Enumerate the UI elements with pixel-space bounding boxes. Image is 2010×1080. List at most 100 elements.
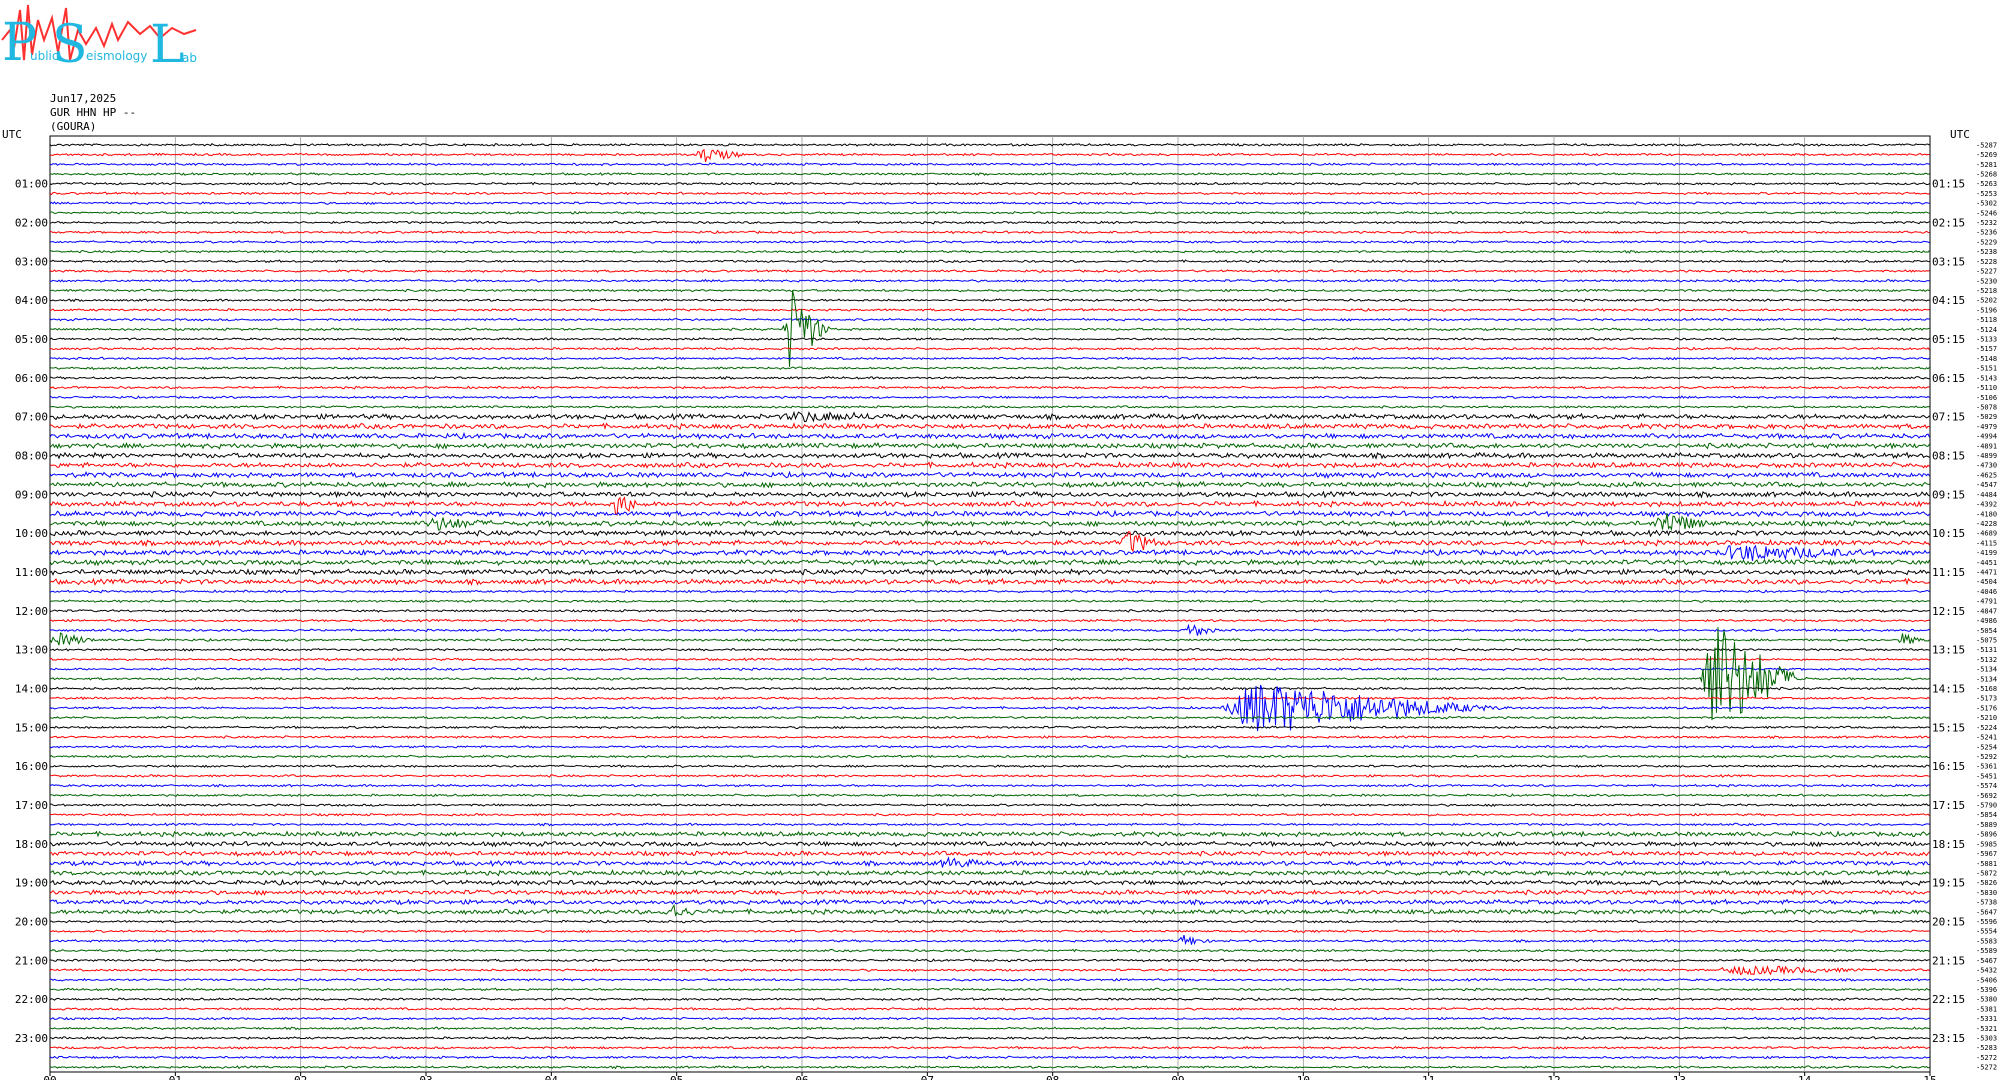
hour-label-right: 17:15 [1932,799,1965,812]
trace-line [49,422,1930,431]
trace-line [49,470,1930,479]
hour-label-left: 19:00 [15,877,48,890]
x-tick-label: 04 [545,1074,559,1080]
trace-line [49,987,1930,992]
trace-line [49,850,1930,858]
trace-offset-value: -4986 [1976,617,1997,625]
hour-label-right: 22:15 [1932,993,1965,1006]
trace-offset-value: -5236 [1976,229,1997,237]
trace-offset-value: -5227 [1976,268,1997,276]
hour-label-right: 11:15 [1932,566,1965,579]
trace-offset-value: -5246 [1976,209,1997,217]
trace-offset-value: -5790 [1976,802,1997,810]
trace-line [49,451,1930,460]
trace-line [49,684,1930,732]
trace-line [49,696,1930,701]
trace-offset-value: -4451 [1976,559,1997,567]
x-tick-label: 09 [1171,1074,1184,1080]
trace-line [49,509,1930,518]
trace-offset-value: -4504 [1976,578,1997,586]
trace-offset-value: -5210 [1976,714,1997,722]
trace-offset-value: -5381 [1976,1005,1997,1013]
trace-offset-value: -5881 [1976,860,1997,868]
hour-label-left: 08:00 [15,450,48,463]
trace-offset-value: -5896 [1976,831,1997,839]
x-tick-label: 13 [1673,1074,1686,1080]
hour-label-left: 22:00 [15,993,48,1006]
trace-offset-value: -5218 [1976,287,1997,295]
trace-line [49,903,1930,917]
hour-label-right: 16:15 [1932,760,1965,773]
trace-offset-value: -5647 [1976,908,1997,916]
trace-line [49,461,1930,469]
trace-line [49,366,1930,371]
hour-label-left: 15:00 [15,721,48,734]
trace-line [49,764,1930,769]
hour-label-right: 14:15 [1932,683,1965,696]
trace-offset-value: -5151 [1976,365,1997,373]
hour-label-right: 01:15 [1932,178,1965,191]
trace-line [49,356,1930,361]
trace-offset-value: -4994 [1976,433,1997,441]
trace-line [49,958,1930,963]
trace-line [49,568,1930,577]
trace-line [49,647,1930,652]
hour-label-right: 12:15 [1932,605,1965,618]
trace-offset-value: -4899 [1976,452,1997,460]
trace-line [49,803,1930,807]
x-tick-label: 10 [1297,1074,1310,1080]
trace-offset-value: -5272 [1976,1064,1997,1072]
trace-offset-value: -4484 [1976,491,1997,499]
trace-line [49,623,1930,636]
trace-line [49,888,1930,896]
hour-label-right: 10:15 [1932,527,1965,540]
hour-label-left: 18:00 [15,838,48,851]
trace-line [49,410,1930,423]
hour-label-right: 08:15 [1932,450,1965,463]
trace-offset-value: -4115 [1976,539,1997,547]
hour-label-right: 23:15 [1932,1032,1965,1045]
trace-offset-value: -5224 [1976,724,1997,732]
trace-line [49,201,1930,206]
trace-offset-value: -5872 [1976,869,1997,877]
x-tick-label: 15 [1923,1074,1936,1080]
trace-line [49,898,1930,906]
trace-offset-value: -5268 [1976,170,1997,178]
trace-offset-value: -5985 [1976,840,1997,848]
trace-line [49,632,1930,646]
trace-offset-value: -5406 [1976,976,1997,984]
trace-line [49,997,1930,1002]
hour-label-left: 01:00 [15,178,48,191]
hour-label-right: 15:15 [1932,721,1965,734]
x-tick-label: 14 [1798,1074,1812,1080]
hour-label-left: 03:00 [15,255,48,268]
trace-offset-value: -5554 [1976,928,1997,936]
trace-line [49,544,1930,561]
trace-line [49,977,1930,982]
hour-label-right: 05:15 [1932,333,1965,346]
trace-offset-value: -5168 [1976,685,1997,693]
trace-line [49,558,1930,567]
trace-line [49,317,1930,322]
trace-line [49,1016,1930,1021]
trace-line [49,337,1930,341]
trace-offset-value: -5229 [1976,238,1997,246]
hour-label-left: 13:00 [15,644,48,657]
hour-label-left: 14:00 [15,683,48,696]
trace-line [49,686,1930,691]
trace-line [49,869,1930,877]
trace-offset-value: -4791 [1976,598,1997,606]
trace-line [49,599,1930,604]
hour-label-right: 06:15 [1932,372,1965,385]
trace-line [49,288,1930,293]
trace-offset-value: -5173 [1976,695,1997,703]
trace-line [49,346,1930,351]
trace-offset-value: -5133 [1976,336,1997,344]
trace-line [49,840,1930,848]
trace-line [49,1065,1930,1070]
trace-offset-value: -5302 [1976,200,1997,208]
x-tick-label: 12 [1547,1074,1560,1080]
trace-line [49,830,1930,838]
trace-offset-value: -5254 [1976,743,1997,751]
trace-line [49,220,1930,225]
